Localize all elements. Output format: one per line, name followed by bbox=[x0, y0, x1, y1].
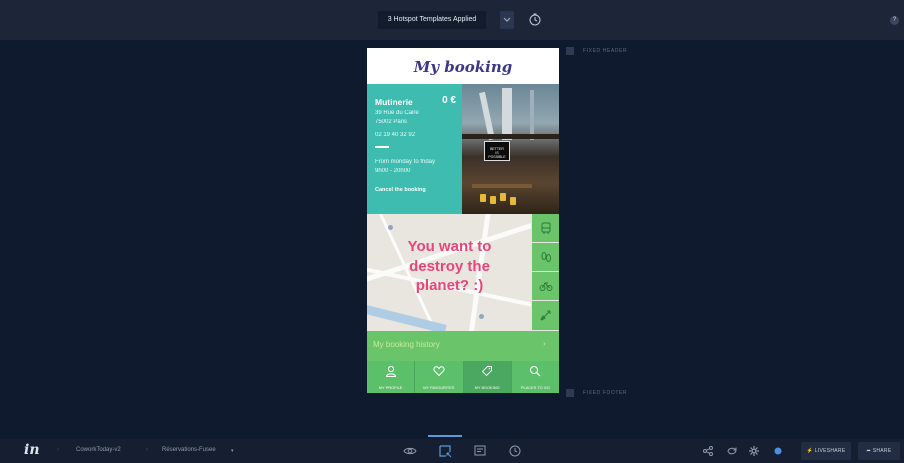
page-title: My booking bbox=[413, 58, 513, 76]
photo-sign-text: POSSIBLE bbox=[488, 155, 506, 159]
photo-sign: BETTER IS POSSIBLE bbox=[484, 141, 510, 161]
map-river bbox=[367, 303, 447, 331]
preview-mode-button[interactable] bbox=[403, 444, 417, 458]
share-button[interactable]: ➦ SHARE bbox=[858, 442, 900, 460]
clock-icon bbox=[529, 13, 541, 26]
heart-icon bbox=[433, 366, 445, 377]
venue-address-street: 39 Rue du Caire bbox=[375, 110, 419, 116]
fixed-header-marker[interactable] bbox=[566, 47, 574, 55]
photo-detail bbox=[472, 184, 532, 188]
photo-detail bbox=[510, 197, 516, 205]
rocket-icon bbox=[540, 310, 551, 321]
prototype-screen: My booking Mutinerie 0 € 39 Rue du Caire… bbox=[367, 48, 559, 393]
hotspot-icon bbox=[439, 445, 452, 458]
share-link-button[interactable] bbox=[702, 444, 714, 456]
bottom-toolbar: in › CoworkToday-v2 › Réservations-Fusee… bbox=[0, 439, 904, 463]
tab-label: MY FAVOURITES bbox=[423, 385, 455, 390]
chevron-right-icon: › bbox=[543, 339, 546, 348]
liveshare-button[interactable]: ⚡ LIVESHARE bbox=[801, 442, 851, 460]
cancel-booking-link[interactable]: Cancel the booking bbox=[375, 187, 454, 193]
share-nodes-icon bbox=[703, 446, 713, 456]
map-message: You want to destroy the planet? :) bbox=[367, 237, 532, 296]
status-indicator[interactable] bbox=[772, 444, 784, 456]
breadcrumb-screen[interactable]: Réservations-Fusee bbox=[162, 447, 216, 453]
venue-price: 0 € bbox=[442, 95, 456, 106]
history-icon bbox=[509, 445, 521, 457]
search-icon bbox=[530, 366, 541, 377]
tab-label: PLACES TO GO bbox=[520, 385, 550, 390]
user-icon bbox=[385, 365, 396, 377]
tag-icon bbox=[481, 366, 493, 377]
tab-places-to-go[interactable]: PLACES TO GO bbox=[512, 361, 559, 393]
venue-photo: BETTER IS POSSIBLE bbox=[462, 84, 559, 214]
eye-icon bbox=[403, 447, 417, 455]
venue-card: Mutinerie 0 € 39 Rue du Caire 75002 Pari… bbox=[367, 84, 462, 214]
breadcrumb-separator: › bbox=[146, 447, 148, 453]
tab-label: MY PROFILE bbox=[378, 385, 403, 390]
help-button[interactable]: ? bbox=[890, 16, 899, 25]
photo-detail bbox=[502, 88, 512, 140]
photo-detail bbox=[480, 194, 486, 202]
bottom-tab-bar: MY PROFILE MY FAVOURITES MY BOOKING PLAC… bbox=[367, 361, 559, 393]
fixed-footer-marker[interactable] bbox=[566, 389, 574, 397]
photo-detail bbox=[530, 90, 534, 140]
walk-icon bbox=[541, 252, 551, 262]
map-pin-icon[interactable] bbox=[388, 225, 393, 230]
tab-my-profile[interactable]: MY PROFILE bbox=[367, 361, 416, 393]
venue-address-city: 75002 Paris bbox=[375, 119, 408, 125]
active-mode-indicator bbox=[428, 435, 462, 437]
booking-history-label: My booking history bbox=[373, 340, 440, 349]
screen-header: My booking bbox=[367, 48, 559, 84]
venue-phone[interactable]: 02 19 40 32 92 bbox=[375, 131, 454, 140]
transport-bus-button[interactable] bbox=[531, 214, 559, 243]
photo-detail bbox=[500, 193, 506, 201]
map-message-line: planet? :) bbox=[415, 277, 484, 294]
settings-button[interactable] bbox=[748, 444, 760, 456]
sync-icon bbox=[727, 447, 737, 455]
breadcrumb-project[interactable]: CoworkToday-v2 bbox=[76, 447, 121, 453]
transport-rocket-button[interactable] bbox=[531, 301, 559, 331]
breadcrumb-separator: › bbox=[57, 447, 59, 453]
bike-icon bbox=[539, 282, 553, 291]
venue-hours-days: From monday to friday bbox=[375, 159, 436, 165]
transport-bike-button[interactable] bbox=[531, 272, 559, 301]
build-mode-button[interactable] bbox=[438, 444, 452, 458]
history-mode-button[interactable] bbox=[508, 444, 522, 458]
fixed-footer-label: FIXED FOOTER bbox=[583, 390, 628, 396]
map[interactable]: You want to destroy the planet? :) bbox=[367, 214, 559, 331]
tab-label: MY BOOKING bbox=[474, 385, 500, 390]
sync-button[interactable] bbox=[726, 444, 738, 456]
invision-logo[interactable]: in bbox=[24, 442, 40, 458]
transport-walk-button[interactable] bbox=[531, 243, 559, 272]
photo-detail bbox=[462, 134, 559, 139]
chevron-down-icon[interactable]: ▾ bbox=[231, 448, 234, 454]
tab-my-favourites[interactable]: MY FAVOURITES bbox=[415, 361, 464, 393]
comment-mode-button[interactable] bbox=[473, 444, 487, 458]
comment-icon bbox=[474, 445, 486, 456]
map-message-line: destroy the bbox=[409, 257, 490, 275]
screen-timer-button[interactable] bbox=[526, 11, 544, 29]
bus-icon bbox=[541, 222, 551, 234]
photo-detail bbox=[490, 196, 496, 204]
chevron-down-icon bbox=[503, 17, 511, 22]
divider bbox=[375, 146, 389, 148]
photo-detail bbox=[479, 91, 495, 141]
map-message-line: You want to bbox=[407, 238, 492, 255]
tab-my-booking[interactable]: MY BOOKING bbox=[463, 361, 512, 393]
booking-history-row[interactable]: My booking history › bbox=[367, 331, 559, 361]
fixed-header-label: FIXED HEADER bbox=[583, 48, 628, 54]
top-toolbar: 3 Hotspot Templates Applied ? bbox=[0, 0, 904, 40]
gear-icon bbox=[749, 446, 759, 456]
hotspot-templates-button[interactable]: 3 Hotspot Templates Applied bbox=[378, 11, 486, 29]
templates-dropdown-button[interactable] bbox=[500, 11, 514, 29]
map-pin-icon[interactable] bbox=[479, 314, 484, 319]
venue-hours-time: 9h00 - 20h00 bbox=[375, 168, 411, 174]
status-dot-icon bbox=[774, 447, 782, 455]
